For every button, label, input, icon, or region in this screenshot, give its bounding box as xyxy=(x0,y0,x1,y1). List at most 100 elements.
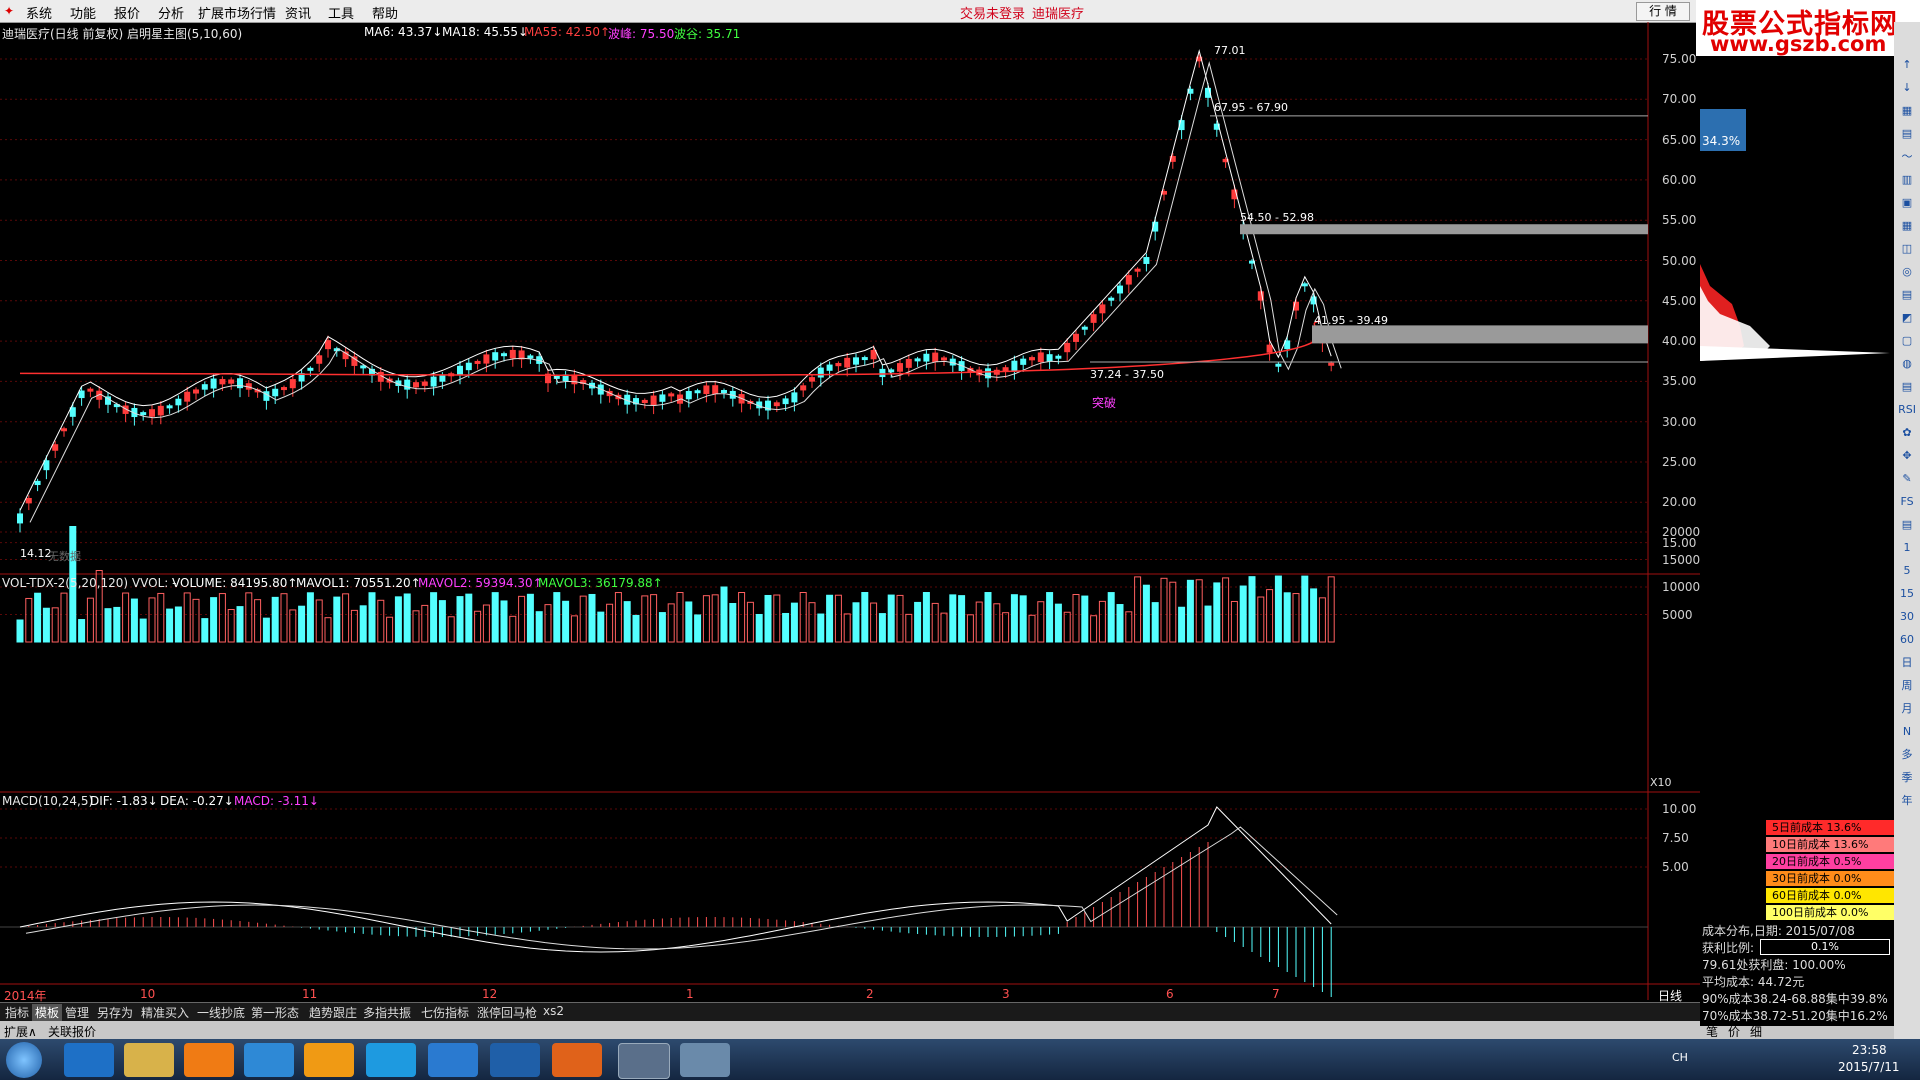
cloud-icon[interactable] xyxy=(428,1043,478,1077)
toolbar-tool-icon[interactable]: ◍ xyxy=(1898,357,1916,371)
volume-bar xyxy=(1142,584,1150,643)
toolbar-tool-icon[interactable]: ▦ xyxy=(1898,104,1916,118)
toolbar-tool-icon[interactable]: 日 xyxy=(1898,656,1916,670)
toolbar-tool-icon[interactable]: 月 xyxy=(1898,702,1916,716)
toolbar-tool-icon[interactable]: ▤ xyxy=(1898,288,1916,302)
toolbar-tool-icon[interactable]: ▤ xyxy=(1898,380,1916,394)
toolbar-tool-icon[interactable]: 1 xyxy=(1898,541,1916,555)
menu-quote[interactable]: 报价 xyxy=(114,3,140,22)
volume-bar xyxy=(262,617,270,643)
toolbar-tool-icon[interactable]: FS xyxy=(1898,495,1916,509)
toolbar-tool-icon[interactable]: ▦ xyxy=(1898,219,1916,233)
volume-bar xyxy=(966,614,974,643)
toolbar-tool-icon[interactable]: 30 xyxy=(1898,610,1916,624)
annotation-high: 77.01 xyxy=(1214,44,1246,57)
toolbar-tool-icon[interactable]: ↓ xyxy=(1898,81,1916,95)
bottom-btn-jia[interactable]: 价 xyxy=(1728,1023,1740,1040)
candle-body xyxy=(17,513,23,524)
menu-info[interactable]: 资讯 xyxy=(285,3,311,22)
clock-date[interactable]: 2015/7/11 xyxy=(1838,1060,1900,1074)
candle-body xyxy=(413,382,419,388)
volume-bar xyxy=(1266,589,1274,643)
indicator-tab[interactable]: xs2 xyxy=(540,1004,567,1018)
toolbar-tool-icon[interactable]: 年 xyxy=(1898,794,1916,808)
volume-bar xyxy=(597,611,605,643)
cost-row: 5日前成本 13.6% xyxy=(1766,820,1900,835)
toolbar-tool-icon[interactable]: 周 xyxy=(1898,679,1916,693)
explorer-icon[interactable] xyxy=(124,1043,174,1077)
indicator-tab[interactable]: 模板 xyxy=(32,1004,63,1021)
candle-body xyxy=(34,480,41,486)
vol-unit: X10 xyxy=(1650,776,1672,789)
lang-indicator[interactable]: CH xyxy=(1672,1051,1688,1064)
menu-tools[interactable]: 工具 xyxy=(328,3,354,22)
indicator-tab[interactable]: 一线抄底 xyxy=(194,1004,248,1021)
indicator-tab[interactable]: 涨停回马枪 xyxy=(474,1004,540,1021)
related-quote-button[interactable]: 关联报价 xyxy=(48,1023,96,1040)
bird-icon[interactable] xyxy=(366,1043,416,1077)
clock-time[interactable]: 23:58 xyxy=(1852,1043,1887,1057)
ie-icon[interactable] xyxy=(64,1043,114,1077)
macd-panel-title: MACD(10,24,5) xyxy=(2,794,94,808)
toolbar-tool-icon[interactable]: ▣ xyxy=(1898,196,1916,210)
paint-icon[interactable] xyxy=(680,1043,730,1077)
volume-bar xyxy=(78,619,86,643)
toolbar-tool-icon[interactable]: ◫ xyxy=(1898,242,1916,256)
moving-averages xyxy=(19,48,1342,523)
right-toolbar: ↑ ↓ ▦ ▤ 〜 ▥ ▣ ▦ ◫ ◎ ▤ ◩ ▢ ◍ ▤ RSI ✿ ✥ ✎ FS ▤ 1 5 15 30 60 日周月 N 多季年 xyxy=(1894,22,1920,1042)
stock-chart[interactable] xyxy=(0,22,1700,1002)
volume-bar xyxy=(324,617,332,643)
app-blue-icon[interactable] xyxy=(244,1043,294,1077)
toolbar-tool-icon[interactable]: N xyxy=(1898,725,1916,739)
bottom-btn-bi[interactable]: 笔 xyxy=(1706,1023,1718,1040)
volume-bar xyxy=(1090,615,1098,643)
toolbar-tool-icon[interactable]: RSI xyxy=(1898,403,1916,417)
menu-help[interactable]: 帮助 xyxy=(372,3,398,22)
cost-row: 10日前成本 13.6% xyxy=(1766,837,1900,852)
indicator-tab[interactable]: 精准买入 xyxy=(138,1004,192,1021)
toolbar-tool-icon[interactable]: 〜 xyxy=(1898,150,1916,164)
indicator-tab[interactable]: 管理 xyxy=(62,1004,92,1021)
toolbar-tool-icon[interactable]: ▢ xyxy=(1898,334,1916,348)
k-icon[interactable] xyxy=(490,1043,540,1077)
expand-button[interactable]: 扩展∧ xyxy=(4,1023,37,1040)
toolbar-tool-icon[interactable]: 60 xyxy=(1898,633,1916,647)
candle-body xyxy=(193,389,199,394)
indicator-tab[interactable]: 趋势跟庄 xyxy=(306,1004,360,1021)
windows-taskbar: CH 23:58 2015/7/11 xyxy=(0,1039,1920,1080)
up-icon[interactable] xyxy=(304,1043,354,1077)
stock-app-icon[interactable] xyxy=(618,1043,670,1079)
toolbar-tool-icon[interactable]: 15 xyxy=(1898,587,1916,601)
menu-function[interactable]: 功能 xyxy=(70,3,96,22)
toolbar-tool-icon[interactable]: 多 xyxy=(1898,748,1916,762)
indicator-tab[interactable]: 指标 xyxy=(2,1004,32,1021)
toolbar-tool-icon[interactable]: 5 xyxy=(1898,564,1916,578)
time-axis-label: 2 xyxy=(866,987,874,1001)
toolbar-tool-icon[interactable]: ◩ xyxy=(1898,311,1916,325)
toolbar-tool-icon[interactable]: ✿ xyxy=(1898,426,1916,440)
volume-bar xyxy=(729,603,737,643)
menu-analysis[interactable]: 分析 xyxy=(158,3,184,22)
menu-system[interactable]: 系统 xyxy=(26,3,52,22)
start-button-icon[interactable] xyxy=(6,1042,42,1078)
app-orange-icon[interactable] xyxy=(184,1043,234,1077)
login-status[interactable]: 交易未登录 xyxy=(960,3,1025,22)
toolbar-tool-icon[interactable]: ✥ xyxy=(1898,449,1916,463)
toolbar-tool-icon[interactable]: ▥ xyxy=(1898,173,1916,187)
menu-ext-market[interactable]: 扩展市场行情 xyxy=(198,3,276,22)
volume-bar xyxy=(1063,611,1071,643)
indicator-tab[interactable]: 多指共振 xyxy=(360,1004,414,1021)
toolbar-tool-icon[interactable]: 季 xyxy=(1898,771,1916,785)
indicator-tab[interactable]: 第一形态 xyxy=(248,1004,302,1021)
toolbar-tool-icon[interactable]: ◎ xyxy=(1898,265,1916,279)
fire-icon[interactable] xyxy=(552,1043,602,1077)
candle-body xyxy=(87,388,94,392)
bottom-btn-xi[interactable]: 细 xyxy=(1750,1023,1762,1040)
toolbar-tool-icon[interactable]: ✎ xyxy=(1898,472,1916,486)
toolbar-tool-icon[interactable]: ▤ xyxy=(1898,127,1916,141)
quote-mode-button[interactable]: 行 情 xyxy=(1636,2,1690,21)
indicator-tab[interactable]: 七伤指标 xyxy=(418,1004,472,1021)
toolbar-tool-icon[interactable]: ↑ xyxy=(1898,58,1916,72)
toolbar-tool-icon[interactable]: ▤ xyxy=(1898,518,1916,532)
indicator-tab[interactable]: 另存为 xyxy=(94,1004,136,1021)
